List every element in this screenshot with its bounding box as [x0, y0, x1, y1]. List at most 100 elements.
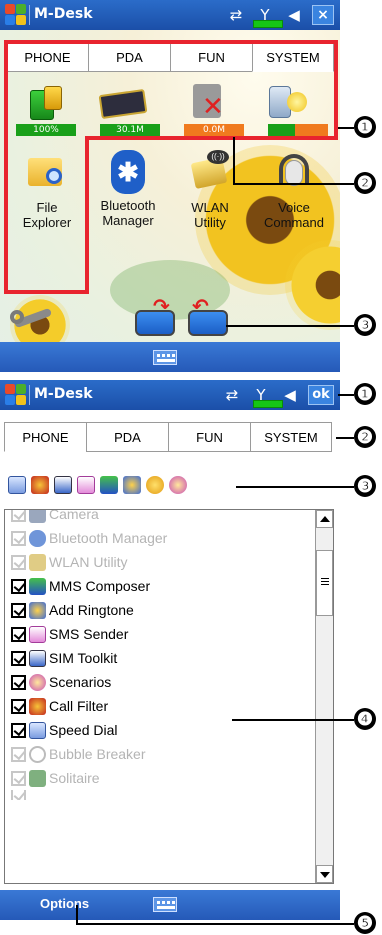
checkbox[interactable]: [11, 722, 26, 738]
add-ringtone-icon[interactable]: [123, 476, 141, 494]
list-item[interactable]: Speed Dial: [11, 718, 118, 742]
speed-dial-icon: [29, 721, 46, 739]
list-item-label: Scenarios: [49, 674, 112, 690]
tab-system[interactable]: SYSTEM: [250, 422, 332, 452]
program-list[interactable]: Camera Bluetooth Manager WLAN Utility MM…: [4, 509, 334, 884]
callout-1-bottom: ❶: [354, 383, 376, 405]
keyboard-icon[interactable]: [153, 350, 177, 365]
connectivity-icon[interactable]: ⇄: [225, 4, 247, 26]
highlight-box-status-bottom: [85, 136, 338, 140]
checkbox[interactable]: [11, 626, 26, 642]
scenarios-icon: [29, 673, 46, 691]
scenarios-icon[interactable]: [169, 476, 187, 494]
checkbox[interactable]: [11, 510, 26, 522]
app-file-explorer[interactable]: File Explorer: [7, 150, 87, 230]
checkbox[interactable]: [11, 578, 26, 594]
list-item-label: SMS Sender: [49, 626, 129, 642]
callout-1-top: ❶: [354, 116, 376, 138]
checkbox[interactable]: [11, 650, 26, 666]
tab-pda[interactable]: PDA: [86, 422, 168, 452]
call-filter-icon: [29, 697, 46, 715]
call-filter-icon[interactable]: [31, 476, 49, 494]
mdesk-customize-screen: M-Desk ⇄ Y ◀ ok PHONE PDA FUN SYSTEM Cam…: [0, 380, 340, 920]
list-item[interactable]: Bluetooth Manager: [11, 526, 167, 550]
sms-sender-icon[interactable]: [77, 476, 95, 494]
solitaire-icon: [29, 769, 46, 787]
bubble-breaker-icon: [29, 745, 46, 763]
list-item-partial: [11, 790, 29, 800]
list-item[interactable]: MMS Composer: [11, 574, 150, 598]
list-item[interactable]: Call Filter: [11, 694, 108, 718]
list-item[interactable]: SMS Sender: [11, 622, 128, 646]
phone-icon[interactable]: [146, 476, 164, 494]
callout-4-bottom: ❹: [354, 708, 376, 730]
title-bar: M-Desk ⇄ Y ◀ ok: [0, 380, 340, 410]
callout-line-3-bottom: [236, 486, 354, 488]
sim-toolkit-icon[interactable]: [54, 476, 72, 494]
checkbox[interactable]: [11, 530, 26, 546]
volume-icon[interactable]: ◀: [283, 4, 305, 26]
tab-phone[interactable]: PHONE: [4, 422, 86, 452]
scroll-thumb[interactable]: [316, 550, 333, 616]
settings-wrench-icon[interactable]: [10, 296, 54, 336]
app-title: M-Desk: [34, 386, 93, 402]
options-menu-button[interactable]: Options: [40, 896, 89, 911]
list-item-label: MMS Composer: [49, 578, 151, 594]
list-item-label: Add Ringtone: [49, 602, 134, 618]
ok-button[interactable]: ok: [308, 385, 334, 405]
wifi-icon: [29, 553, 46, 571]
mms-composer-icon[interactable]: [100, 476, 118, 494]
list-item[interactable]: Scenarios: [11, 670, 111, 694]
callout-3-top: ❸: [354, 314, 376, 336]
bluetooth-icon: [29, 529, 46, 547]
rotate-right-icon[interactable]: ↶: [188, 294, 232, 338]
list-item-label: Bubble Breaker: [49, 746, 146, 762]
windows-start-icon[interactable]: [5, 384, 27, 406]
list-item[interactable]: Camera: [11, 510, 99, 526]
callout-2-bottom: ❷: [354, 426, 376, 448]
rotate-left-icon[interactable]: ↷: [135, 294, 179, 338]
title-bar: M-Desk ⇄ Y ◀ ×: [0, 0, 340, 30]
list-item[interactable]: Solitaire: [11, 766, 100, 790]
windows-start-icon[interactable]: [5, 4, 27, 26]
list-item-label: SIM Toolkit: [49, 650, 118, 666]
close-button[interactable]: ×: [312, 5, 334, 25]
app-wlan-utility[interactable]: ((·)) WLAN Utility: [170, 150, 250, 230]
checkbox[interactable]: [11, 746, 26, 762]
battery-icon: [253, 20, 283, 28]
callout-line-2-top-h: [233, 183, 354, 185]
scroll-down-button[interactable]: [316, 865, 333, 883]
checkbox[interactable]: [11, 602, 26, 618]
tab-fun[interactable]: FUN: [168, 422, 250, 452]
app-label-line1: Bluetooth: [100, 198, 156, 213]
speed-dial-icon[interactable]: [8, 476, 26, 494]
highlight-box-status: [4, 40, 338, 140]
camera-icon: [29, 510, 46, 523]
connectivity-icon[interactable]: ⇄: [221, 384, 243, 406]
list-item-label: Solitaire: [49, 770, 100, 786]
category-tabs: PHONE PDA FUN SYSTEM: [4, 422, 332, 452]
scrollbar[interactable]: [315, 510, 333, 883]
scroll-up-button[interactable]: [316, 510, 333, 528]
keyboard-icon[interactable]: [153, 897, 177, 912]
app-label-line2: Utility: [194, 215, 226, 230]
folder-search-icon: [24, 150, 70, 196]
callout-line-2-top-v: [233, 137, 235, 185]
checkbox[interactable]: [11, 674, 26, 690]
list-item[interactable]: Add Ringtone: [11, 598, 134, 622]
list-item[interactable]: SIM Toolkit: [11, 646, 117, 670]
checkbox[interactable]: [11, 698, 26, 714]
checkbox[interactable]: [11, 554, 26, 570]
callout-3-bottom: ❸: [354, 475, 376, 497]
headset-icon: [271, 150, 317, 196]
list-item[interactable]: WLAN Utility: [11, 550, 128, 574]
checkbox[interactable]: [11, 770, 26, 786]
add-ringtone-icon: [29, 601, 46, 619]
app-bluetooth-manager[interactable]: ✱ Bluetooth Manager: [88, 150, 168, 228]
callout-line-4-bottom: [232, 719, 354, 721]
app-label-line1: WLAN: [191, 200, 229, 215]
app-voice-command[interactable]: Voice Command: [254, 150, 334, 230]
list-item[interactable]: Bubble Breaker: [11, 742, 146, 766]
callout-5-bottom: ❺: [354, 912, 376, 934]
battery-icon: [253, 400, 283, 408]
